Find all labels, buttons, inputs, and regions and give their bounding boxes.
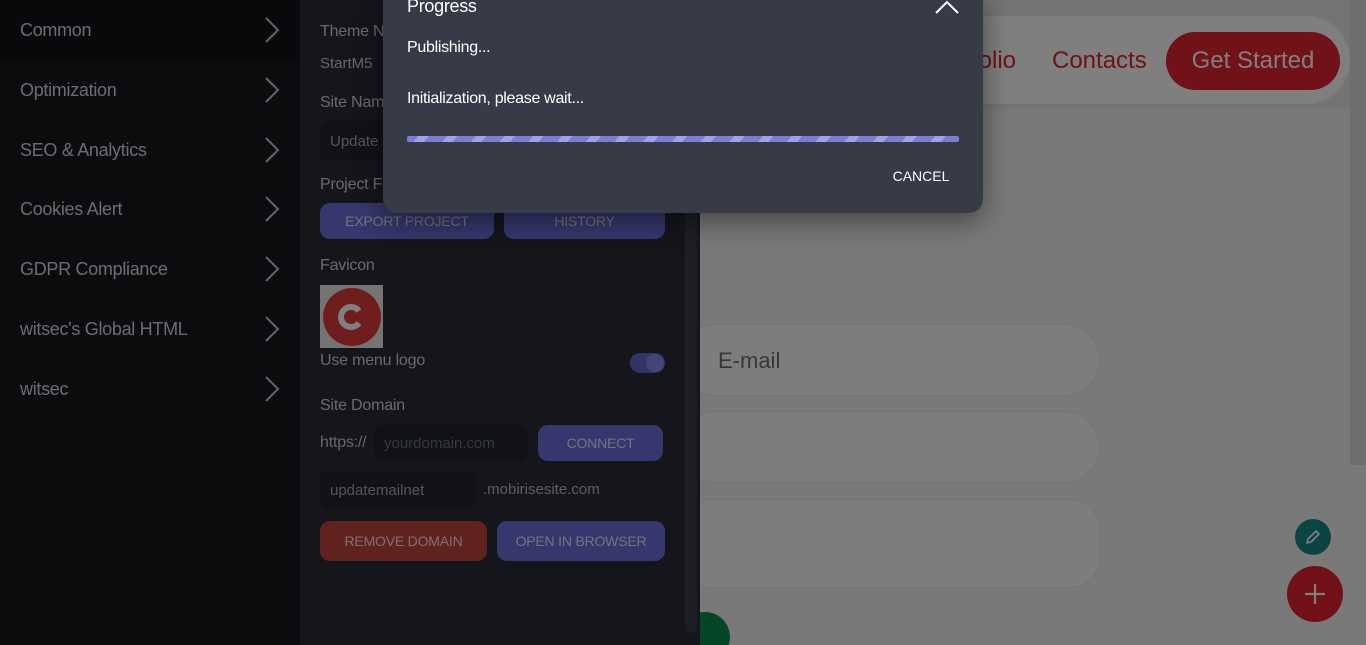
cancel-button[interactable]: CANCEL — [881, 166, 961, 186]
dialog-title: Progress — [407, 0, 477, 16]
publish-status: Publishing... — [407, 39, 491, 56]
progress-fill — [407, 136, 959, 142]
progress-bar — [407, 136, 959, 142]
publish-message: Initialization, please wait... — [407, 90, 584, 107]
close-icon[interactable] — [933, 0, 961, 21]
progress-dialog: Progress Publishing... Initialization, p… — [383, 0, 983, 213]
